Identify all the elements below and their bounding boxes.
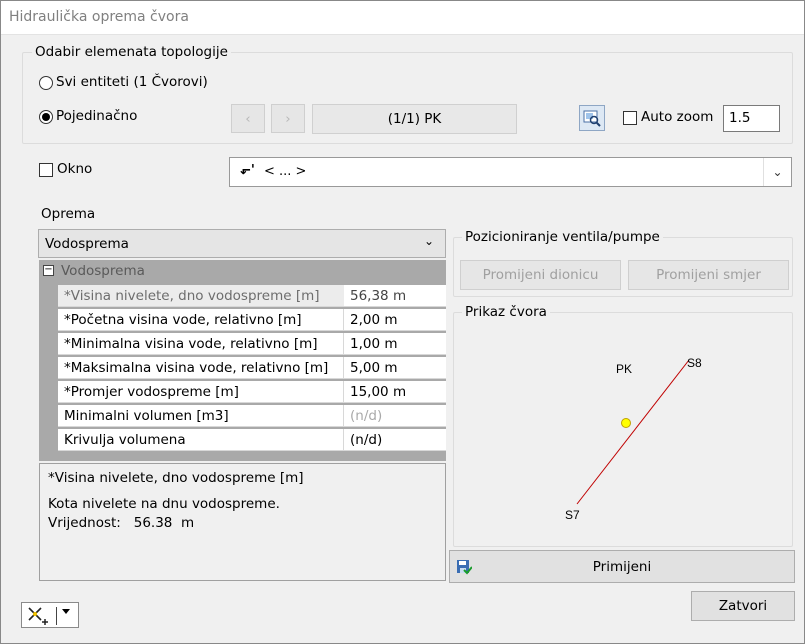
close-label: Zatvori [718,598,768,614]
property-row[interactable]: Minimalni volumen [m3] (n/d) [58,405,446,427]
separator [56,607,57,625]
property-value[interactable]: 56,38 m [344,285,446,307]
property-name: *Minimalna visina vode, relativno [m] [58,333,344,355]
property-name: *Početna visina vode, relativno [m] [58,309,344,331]
pipe-node-icon: ⬐' [240,163,255,178]
okno-label[interactable]: Okno [57,161,92,177]
change-section-label: Promijeni dionicu [482,267,599,283]
radio-all-entities[interactable] [39,76,53,90]
okno-checkbox[interactable] [39,163,53,177]
add-element-icon [28,607,48,625]
oprema-label: Oprema [41,206,96,222]
description-title: *Visina nivelete, dno vodospreme [m] [48,470,304,486]
change-section-button[interactable]: Promijeni dionicu [460,260,621,290]
next-button[interactable]: › [271,104,305,133]
property-row[interactable]: *Maksimalna visina vode, relativno [m] 5… [58,357,446,379]
chevron-right-icon: › [285,110,291,127]
property-row[interactable]: *Promjer vodospreme [m] 15,00 m [58,381,446,403]
property-name: Krivulja volumena [58,429,344,451]
property-value[interactable]: 1,00 m [344,333,446,355]
property-row[interactable]: *Visina nivelete, dno vodospreme [m] 56,… [58,285,446,307]
previous-button[interactable]: ‹ [231,104,265,133]
close-button[interactable]: Zatvori [691,591,795,621]
property-value[interactable]: (n/d) [344,429,446,451]
radio-single[interactable] [39,110,53,124]
property-category-label: Vodosprema [61,263,145,279]
end-node-label: S7 [565,508,580,522]
save-check-icon [457,560,472,575]
auto-zoom-checkbox[interactable] [623,111,637,125]
radio-single-label[interactable]: Pojedinačno [56,108,137,124]
property-name: *Visina nivelete, dno vodospreme [m] [58,285,346,307]
property-name: *Promjer vodospreme [m] [58,381,344,403]
node-label: PK [616,362,632,376]
property-category-row[interactable]: − Vodosprema [39,260,446,282]
window-title: Hidraulička oprema čvora [9,9,189,25]
add-element-tool[interactable] [21,602,79,628]
collapse-icon[interactable]: − [43,265,54,276]
property-value[interactable]: 2,00 m [344,309,446,331]
okno-select-value: < ... > [264,164,307,179]
title-bar: Hidraulička oprema čvora [1,1,804,35]
chevron-down-icon: ⌄ [763,158,791,186]
start-node-label: S8 [687,356,702,370]
property-value[interactable]: 15,00 m [344,381,446,403]
property-row[interactable]: *Početna visina vode, relativno [m] 2,00… [58,309,446,331]
auto-zoom-value: 1.5 [729,110,751,126]
property-name: Minimalni volumen [m3] [58,405,344,427]
change-direction-button[interactable]: Promijeni smjer [628,260,789,290]
auto-zoom-label[interactable]: Auto zoom [641,109,713,125]
apply-label: Primijeni [592,558,652,575]
chevron-down-icon: ⌄ [424,234,435,248]
node-preview-legend: Prikaz čvora [462,304,550,320]
dialog-window: Hidraulička oprema čvora Odabir elemenat… [0,0,805,644]
positioning-group-legend: Pozicioniranje ventila/pumpe [462,229,663,245]
topology-group-legend: Odabir elemenata topologije [32,44,231,60]
property-value[interactable]: 5,00 m [344,357,446,379]
property-row[interactable]: *Minimalna visina vode, relativno [m] 1,… [58,333,446,355]
description-value: Vrijednost: 56.38 m [48,515,195,531]
node-preview-canvas: PK S8 S7 [565,356,702,522]
description-text: Kota nivelete na dnu vodospreme. [48,496,280,512]
current-element-text: (1/1) PK [387,111,442,127]
oprema-select-value: Vodosprema [45,236,129,252]
node-marker [621,418,631,428]
property-name: *Maksimalna visina vode, relativno [m] [58,357,344,379]
property-description-panel: *Visina nivelete, dno vodospreme [m] Kot… [39,463,446,581]
zoom-select-button[interactable] [579,105,605,131]
zoom-select-icon [583,110,601,127]
radio-all-entities-label[interactable]: Svi entiteti (1 Čvorovi) [56,74,208,90]
okno-select[interactable]: ⬐' < ... > ⌄ [229,157,792,187]
auto-zoom-input[interactable]: 1.5 [723,105,780,132]
chevron-left-icon: ‹ [245,110,251,127]
pipe-segment-line [576,359,690,505]
property-row[interactable]: Krivulja volumena (n/d) [58,429,446,451]
property-value[interactable]: (n/d) [344,405,446,427]
current-element-display: (1/1) PK [312,104,517,134]
change-direction-label: Promijeni smjer [656,267,761,283]
oprema-select[interactable]: Vodosprema ⌄ [38,229,446,258]
apply-button[interactable]: Primijeni [449,550,795,583]
dropdown-arrow-icon[interactable] [62,609,70,614]
